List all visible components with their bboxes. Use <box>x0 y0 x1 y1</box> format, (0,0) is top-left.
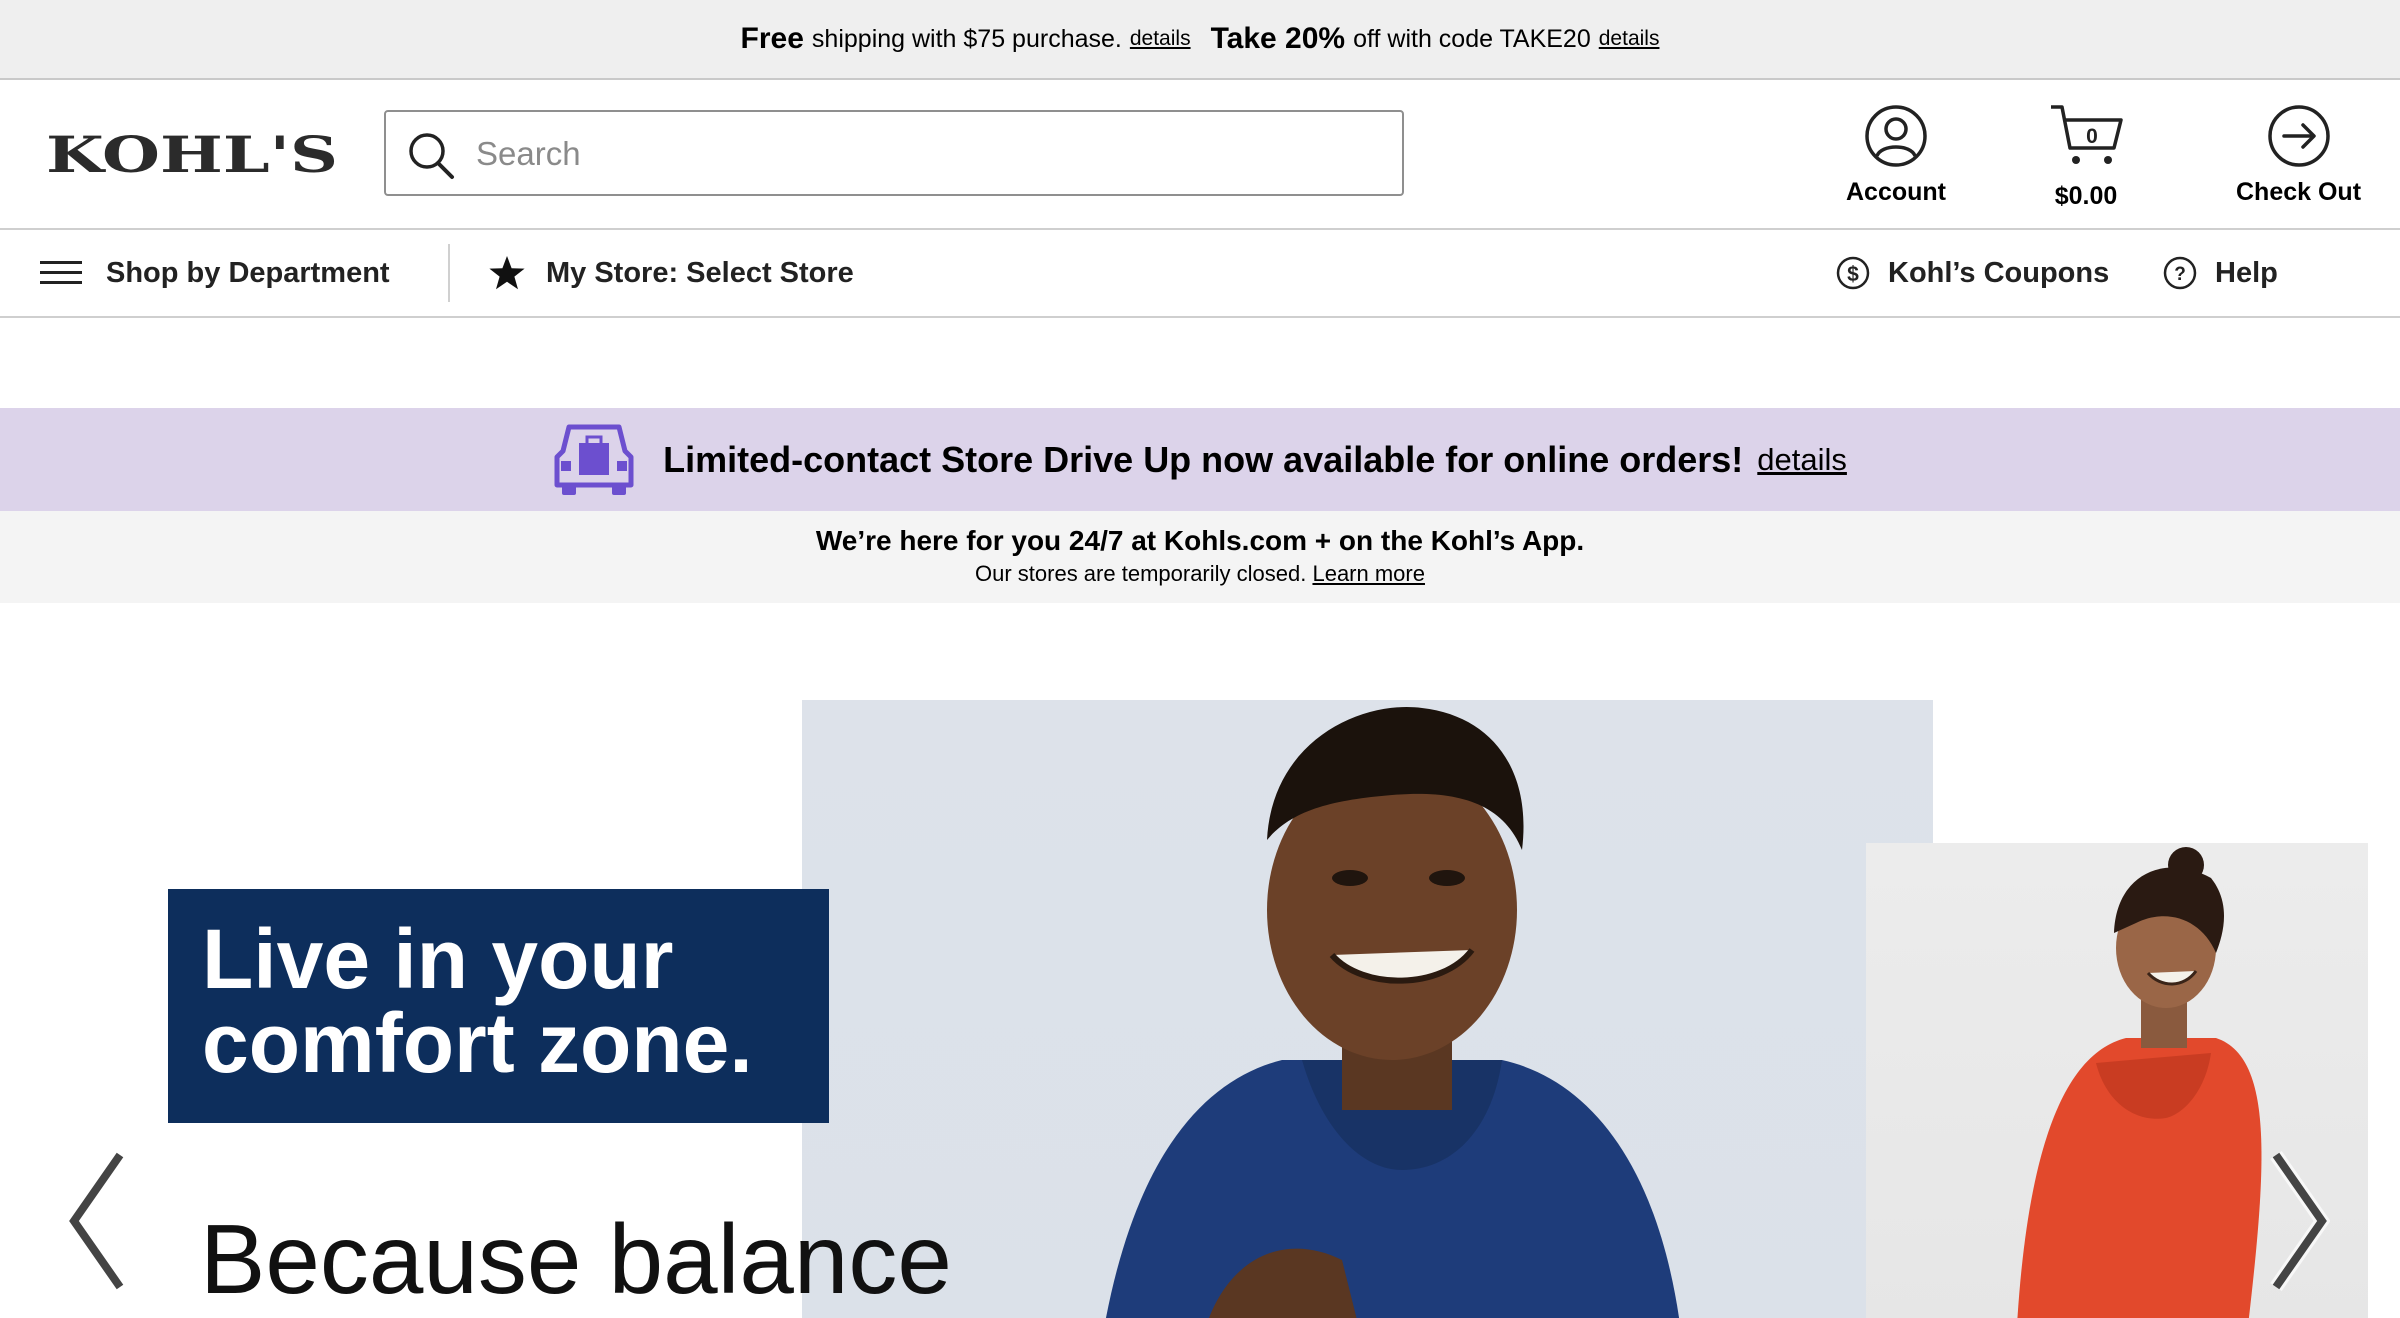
promo-take-details-link[interactable]: details <box>1599 27 1660 51</box>
account-button[interactable]: Account <box>1846 104 1946 207</box>
search-input[interactable] <box>474 124 1378 184</box>
hero-headline: Live in your comfort zone. <box>168 889 829 1123</box>
drive-up-details-link[interactable]: details <box>1757 442 1847 478</box>
svg-text:?: ? <box>2174 264 2186 285</box>
secondary-nav: Shop by Department My Store: Select Stor… <box>0 230 2400 318</box>
nav-divider <box>448 244 450 302</box>
my-store-button[interactable]: My Store: Select Store <box>488 230 854 316</box>
dollar-coin-icon: $ <box>1836 256 1870 290</box>
checkout-button[interactable]: Check Out <box>2236 104 2361 207</box>
account-label: Account <box>1846 178 1946 206</box>
shop-by-department-label: Shop by Department <box>106 256 390 289</box>
kohls-logo-text: KOHL'S <box>46 130 338 176</box>
cart-count: 0 <box>2086 125 2098 148</box>
carousel-prev-arrow-icon[interactable] <box>66 1151 126 1291</box>
promo-free-details-link[interactable]: details <box>1130 27 1191 51</box>
hero-carousel: Live in your comfort zone. Because balan… <box>0 603 2400 1318</box>
hero-main-photo[interactable] <box>802 700 1933 1318</box>
cart-button[interactable]: 0 $0.00 <box>2048 102 2124 211</box>
man-in-hoodie-illustration <box>1106 707 1680 1318</box>
promo-bar: Free shipping with $75 purchase. details… <box>0 0 2400 80</box>
help-label: Help <box>2215 256 2278 289</box>
store-notice: We’re here for you 24/7 at Kohls.com + o… <box>0 511 2400 603</box>
hamburger-menu-icon <box>40 261 82 284</box>
help-icon: ? <box>2163 256 2197 290</box>
notice-body-line: Our stores are temporarily closed. Learn… <box>0 561 2400 587</box>
cart-total: $0.00 <box>2054 182 2118 210</box>
hero-headline-line-2: comfort zone. <box>202 996 753 1090</box>
promo-free-text: shipping with $75 purchase. <box>811 24 1122 53</box>
hero-headline-line-1: Live in your <box>202 912 674 1006</box>
checkout-label: Check Out <box>2236 178 2362 206</box>
my-store-label: My Store: Select Store <box>546 256 854 289</box>
car-trunk-icon <box>554 424 634 495</box>
learn-more-link[interactable]: Learn more <box>1312 561 1425 586</box>
promo-take-bold: Take 20% <box>1210 22 1346 55</box>
svg-text:$: $ <box>1847 263 1859 286</box>
account-icon <box>1865 105 1927 167</box>
search-icon[interactable] <box>406 130 456 180</box>
drive-up-message: Limited-contact Store Drive Up now avail… <box>663 438 1744 480</box>
notice-headline: We’re here for you 24/7 at Kohls.com + o… <box>815 525 1585 556</box>
carousel-next-arrow-icon[interactable] <box>2270 1151 2330 1291</box>
promo-free-bold: Free <box>740 22 804 55</box>
cart-icon: 0 <box>2051 105 2123 164</box>
drive-up-banner: Limited-contact Store Drive Up now avail… <box>0 408 2400 511</box>
site-header: KOHL'S Account 0 $0.00 Check Out <box>0 80 2400 230</box>
checkout-icon <box>2267 105 2330 167</box>
star-icon <box>489 256 525 290</box>
search-box[interactable] <box>384 110 1404 196</box>
shop-by-department-button[interactable]: Shop by Department <box>40 230 390 316</box>
kohls-logo[interactable]: KOHL'S <box>46 130 338 176</box>
kohls-coupons-label: Kohl’s Coupons <box>1888 256 2110 289</box>
hero-subline: Because balance <box>200 1204 952 1314</box>
notice-body: Our stores are temporarily closed. <box>975 561 1307 586</box>
help-link[interactable]: ? Help <box>2163 230 2278 316</box>
kohls-coupons-link[interactable]: $ Kohl’s Coupons <box>1836 230 2109 316</box>
promo-take-text: off with code TAKE20 <box>1353 24 1591 53</box>
